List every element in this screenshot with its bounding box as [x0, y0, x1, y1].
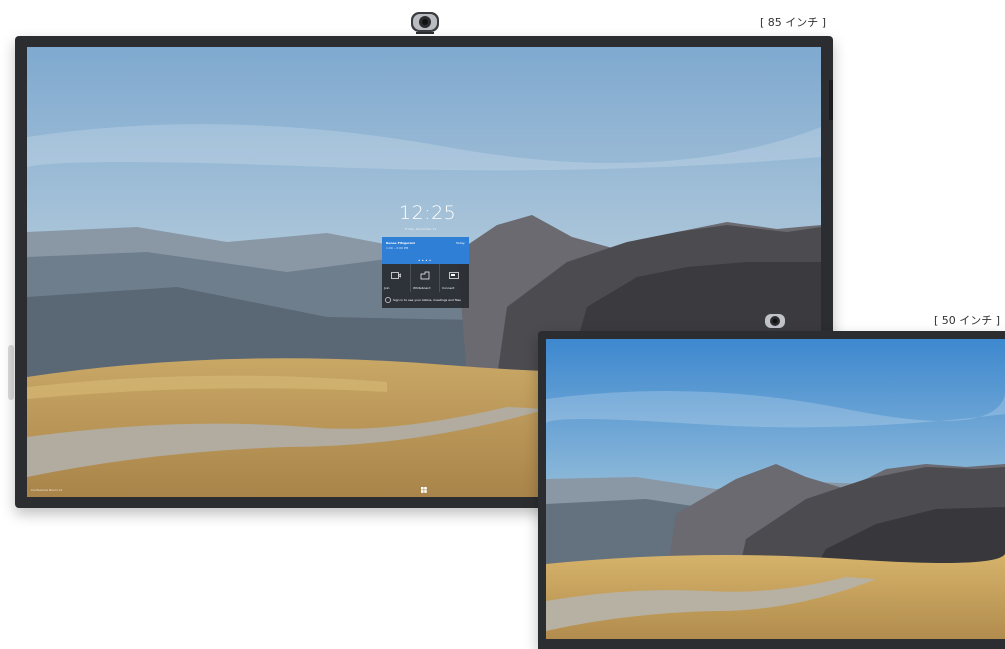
small-display [0, 0, 1005, 649]
small-display-screen [546, 339, 1005, 639]
small-landscape-wallpaper [546, 339, 1005, 639]
small-camera-icon [762, 310, 788, 332]
